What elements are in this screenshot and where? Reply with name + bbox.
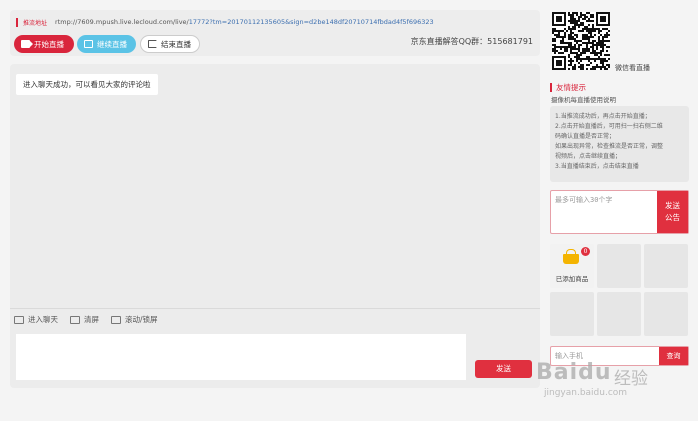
continue-live-label: 继续直播 — [97, 39, 127, 49]
end-live-label: 结束直播 — [161, 39, 191, 49]
added-products-cell[interactable]: 0 已添加商品 — [550, 244, 594, 288]
stream-panel: 推流地址 rtmp://7609.mpush.live.lecloud.com/… — [10, 10, 540, 56]
product-slot[interactable] — [550, 292, 594, 336]
exit-icon — [148, 40, 157, 48]
chat-message: 进入聊天成功，可以看见大家的评论啦 — [16, 74, 158, 95]
tips-line: 2.点击开始直播后，可用扫一扫右侧二维 — [555, 123, 663, 130]
products-label: 已添加商品 — [555, 275, 589, 283]
tips-subtitle[interactable]: 摄像机每直播使用说明 — [551, 94, 616, 104]
stream-address-label: 推流地址 — [23, 19, 48, 27]
chat-toolbar: 进入聊天 清屏 滚动/锁屏 — [10, 308, 540, 330]
stream-url-prefix[interactable]: rtmp://7609.mpush.live.lecloud.com/live/ — [55, 18, 189, 26]
scroll-lock-label: 滚动/锁屏 — [125, 315, 158, 324]
watermark-brand: Baidu — [536, 360, 612, 385]
tips-title: 友情提示 — [550, 82, 586, 93]
send-notice-button[interactable]: 发送 公告 — [657, 191, 688, 233]
product-slot[interactable] — [597, 244, 641, 288]
product-slot[interactable] — [597, 292, 641, 336]
stream-address-row: 推流地址 rtmp://7609.mpush.live.lecloud.com/… — [16, 16, 434, 28]
product-slot[interactable] — [644, 292, 688, 336]
notice-box: 发送 公告 — [550, 190, 689, 234]
notice-input[interactable] — [555, 195, 651, 229]
video-camera-icon — [21, 40, 33, 48]
stream-url-params[interactable]: 17772?tm=20170112135605&sign=d2be148df20… — [189, 18, 434, 26]
scroll-icon — [111, 315, 121, 324]
qq-group-text: 京东直播解答QQ群：515681791 — [410, 37, 533, 46]
scroll-lock-tool[interactable]: 滚动/锁屏 — [111, 314, 158, 325]
watermark-url: jingyan.baidu.com — [544, 388, 628, 398]
products-count-badge: 0 — [581, 247, 590, 256]
qr-caption: 微信看直播 — [615, 64, 650, 72]
tips-line: 1.当推流成功后，再点击开始直播； — [555, 113, 651, 120]
send-notice-label: 公告 — [665, 213, 680, 222]
send-button[interactable]: 发送 — [475, 360, 532, 378]
start-live-button[interactable]: 开始直播 — [14, 35, 74, 53]
tips-line: 如果出现异常，检查推流是否正常，调整 — [555, 143, 664, 150]
join-chat-label: 进入聊天 — [28, 315, 58, 324]
tips-line: 视频后，点击继续直播； — [555, 153, 622, 160]
watermark-brand-cn: 经验 — [614, 369, 648, 389]
tips-title-text: 友情提示 — [556, 83, 586, 92]
product-slot[interactable] — [644, 244, 688, 288]
end-live-button[interactable]: 结束直播 — [140, 35, 200, 53]
section-marker — [550, 83, 552, 92]
chat-icon — [14, 315, 24, 324]
continue-live-button[interactable]: 继续直播 — [77, 35, 136, 53]
tips-box: 1.当推流成功后，再点击开始直播； 2.点击开始直播后，可用扫一扫右侧二维 码确… — [550, 106, 689, 182]
section-marker — [16, 17, 18, 27]
join-chat-tool[interactable]: 进入聊天 — [14, 314, 58, 325]
monitor-icon — [70, 315, 80, 324]
tips-line: 码确认直播是否正常； — [555, 133, 616, 140]
send-notice-label: 发送 — [665, 201, 680, 210]
baidu-watermark: Baidu 经验 jingyan.baidu.com — [536, 360, 696, 410]
clear-screen-label: 清屏 — [84, 315, 99, 324]
clear-screen-tool[interactable]: 清屏 — [70, 314, 99, 325]
continue-icon — [84, 40, 93, 48]
basket-icon — [563, 249, 579, 264]
start-live-label: 开始直播 — [34, 39, 64, 49]
tips-line: 3.当直播结束后，点击结束直播 — [555, 163, 639, 170]
chat-input[interactable] — [16, 334, 466, 380]
qr-code — [552, 12, 610, 70]
chat-panel: 进入聊天成功，可以看见大家的评论啦 进入聊天 清屏 滚动/锁屏 发送 — [10, 64, 540, 388]
